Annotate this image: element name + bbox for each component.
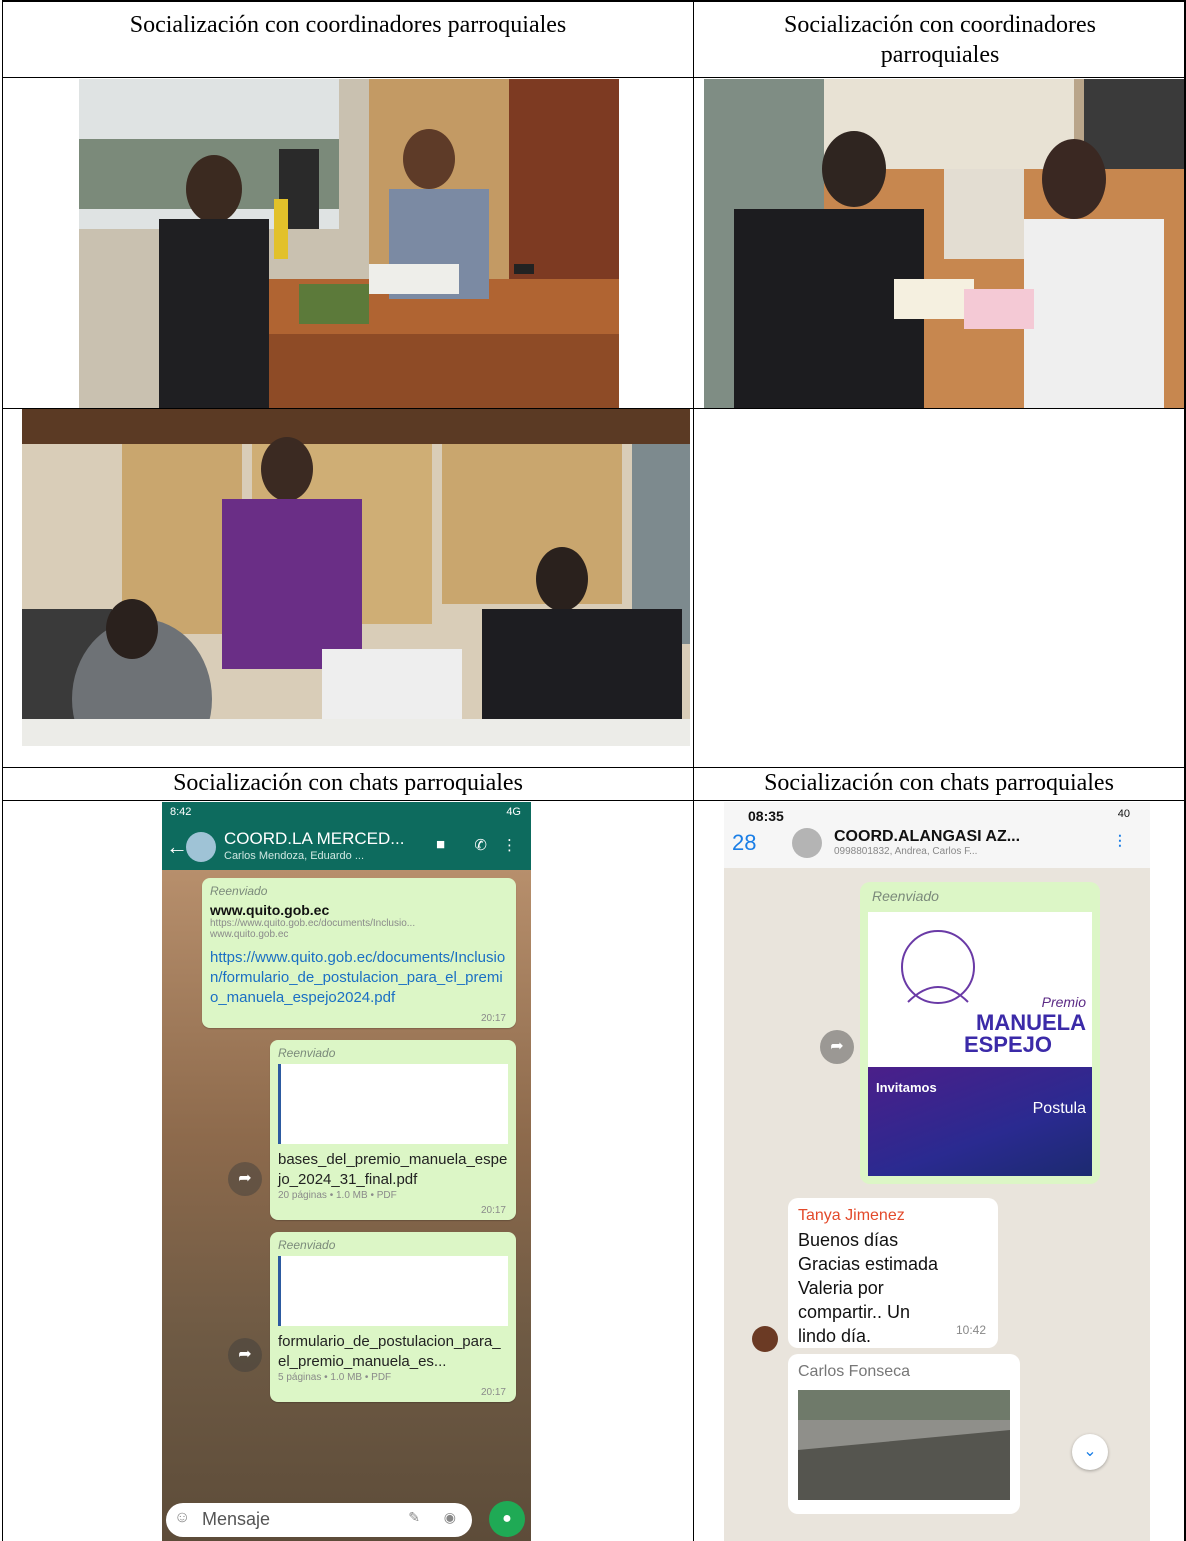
message-time: 20:17 [480,1387,506,1398]
caption-row3-left: Socialización con chats parroquiales [173,770,523,796]
caption-row3-right: Socialización con chats parroquiales [764,770,1114,796]
document-meta: 5 páginas • 1.0 MB • PDF [278,1372,392,1383]
chat-screenshot-la-merced: 8:42 4G ← COORD.LA MERCED... Carlos Mend… [162,802,531,1541]
message-author: Tanya Jimenez [798,1207,905,1224]
status-time: 08:35 [748,808,784,824]
back-count[interactable]: 28 [732,830,756,856]
document-filename: bases_del_premio_manuela_espejo_2024_31_… [278,1151,508,1188]
message-tanya[interactable]: Tanya Jimenez Buenos días Gracias estima… [788,1198,998,1348]
group-avatar[interactable] [186,832,216,862]
message-document-bases[interactable]: Reenviado bases_del_premio_manuela_espej… [270,1040,516,1220]
group-name: COORD.LA MERCED... [224,829,405,848]
sender-avatar[interactable] [752,1326,778,1352]
forwarded-label: Reenviado [872,888,939,904]
link-preview-domain: www.quito.gob.ec [210,929,289,940]
voice-chat-icon[interactable]: ⫶ [1118,832,1123,853]
message-carlos[interactable]: Carlos Fonseca [788,1354,1020,1514]
camera-icon[interactable]: ◉ [444,1509,456,1526]
status-signal: 4G [506,806,521,818]
message-placeholder: Mensaje [202,1509,271,1529]
table-border-row1 [2,77,1186,78]
table-border-top [2,0,1186,2]
message-time: 20:17 [480,1205,506,1216]
status-time: 8:42 [170,806,192,818]
forwarded-label: Reenviado [210,884,268,898]
message-time: 20:17 [480,1013,506,1024]
attach-icon[interactable]: ✎ [408,1509,420,1526]
photo-meeting-2 [704,79,1184,408]
group-name: COORD.ALANGASI AZ... [834,828,1021,845]
chat-header: ← COORD.LA MERCED... Carlos Mendoza, Edu… [162,824,531,870]
message-time: 10:42 [955,1323,986,1337]
message-input[interactable]: ☺ Mensaje ✎ ◉ [166,1503,472,1537]
poster-premio: Premio [1041,994,1086,1010]
photo-meeting-1 [79,79,619,408]
scroll-down-icon[interactable]: ⌄ [1072,1434,1108,1470]
more-menu-icon[interactable]: ⋮ [502,836,517,854]
document-table: Socialización con coordinadores parroqui… [0,0,1186,1541]
link-preview-title: www.quito.gob.ec [210,902,330,918]
document-meta: 20 páginas • 1.0 MB • PDF [278,1190,397,1201]
emoji-icon[interactable]: ☺ [174,1509,190,1527]
poster-espejo: ESPEJO [963,1032,1052,1057]
message-author: Carlos Fonseca [798,1363,911,1380]
poster-image: Premio MANUELA ESPEJO Invitamos Postula [868,912,1092,1176]
back-arrow-icon[interactable]: ← [166,834,188,860]
poster-invitamos: Invitamos [876,1080,937,1095]
phone-call-icon[interactable]: ✆ [474,836,487,854]
chat-screenshot-alangasi: 08:35 40 28 COORD.ALANGASI AZ... 0998801… [724,802,1150,1541]
message-document-formulario[interactable]: Reenviado formulario_de_postulacion_para… [270,1232,516,1402]
message-poster[interactable]: Reenviado Premio MANUELA ESPEJO Invitamo… [860,882,1100,1184]
message-link[interactable]: Reenviado www.quito.gob.ec https://www.q… [202,878,516,1028]
chat-header: 08:35 40 28 COORD.ALANGASI AZ... 0998801… [724,802,1150,868]
forward-icon[interactable]: ➦ [228,1338,262,1372]
video-call-icon[interactable]: ■ [436,836,445,853]
caption-row1-right: Socialización con coordinadores parroqui… [784,12,1096,68]
group-members: 0998801832, Andrea, Carlos F... [834,846,978,857]
forward-icon[interactable]: ➦ [228,1162,262,1196]
caption-row1-left: Socialización con coordinadores parroqui… [129,12,567,38]
table-border-row4 [2,800,1186,801]
status-battery: 40 [1117,808,1130,820]
message-photo [798,1390,1010,1500]
document-filename: formulario_de_postulacion_para_el_premio… [278,1333,501,1370]
microphone-icon[interactable]: ● [489,1501,525,1537]
forward-icon[interactable]: ➦ [820,1030,854,1064]
link-preview-url: https://www.quito.gob.ec/documents/Inclu… [210,918,416,929]
document-thumbnail [278,1064,508,1144]
group-avatar[interactable] [792,828,822,858]
group-members: Carlos Mendoza, Eduardo ... [224,850,365,862]
document-thumbnail [278,1256,508,1326]
forwarded-label: Reenviado [278,1046,336,1060]
message-link-url[interactable]: https://www.quito.gob.ec/documents/Inclu… [210,948,508,1008]
status-bar: 8:42 4G [162,802,531,824]
forwarded-label: Reenviado [278,1238,336,1252]
photo-meeting-3 [22,409,690,746]
poster-postula: Postula [1032,1100,1086,1117]
